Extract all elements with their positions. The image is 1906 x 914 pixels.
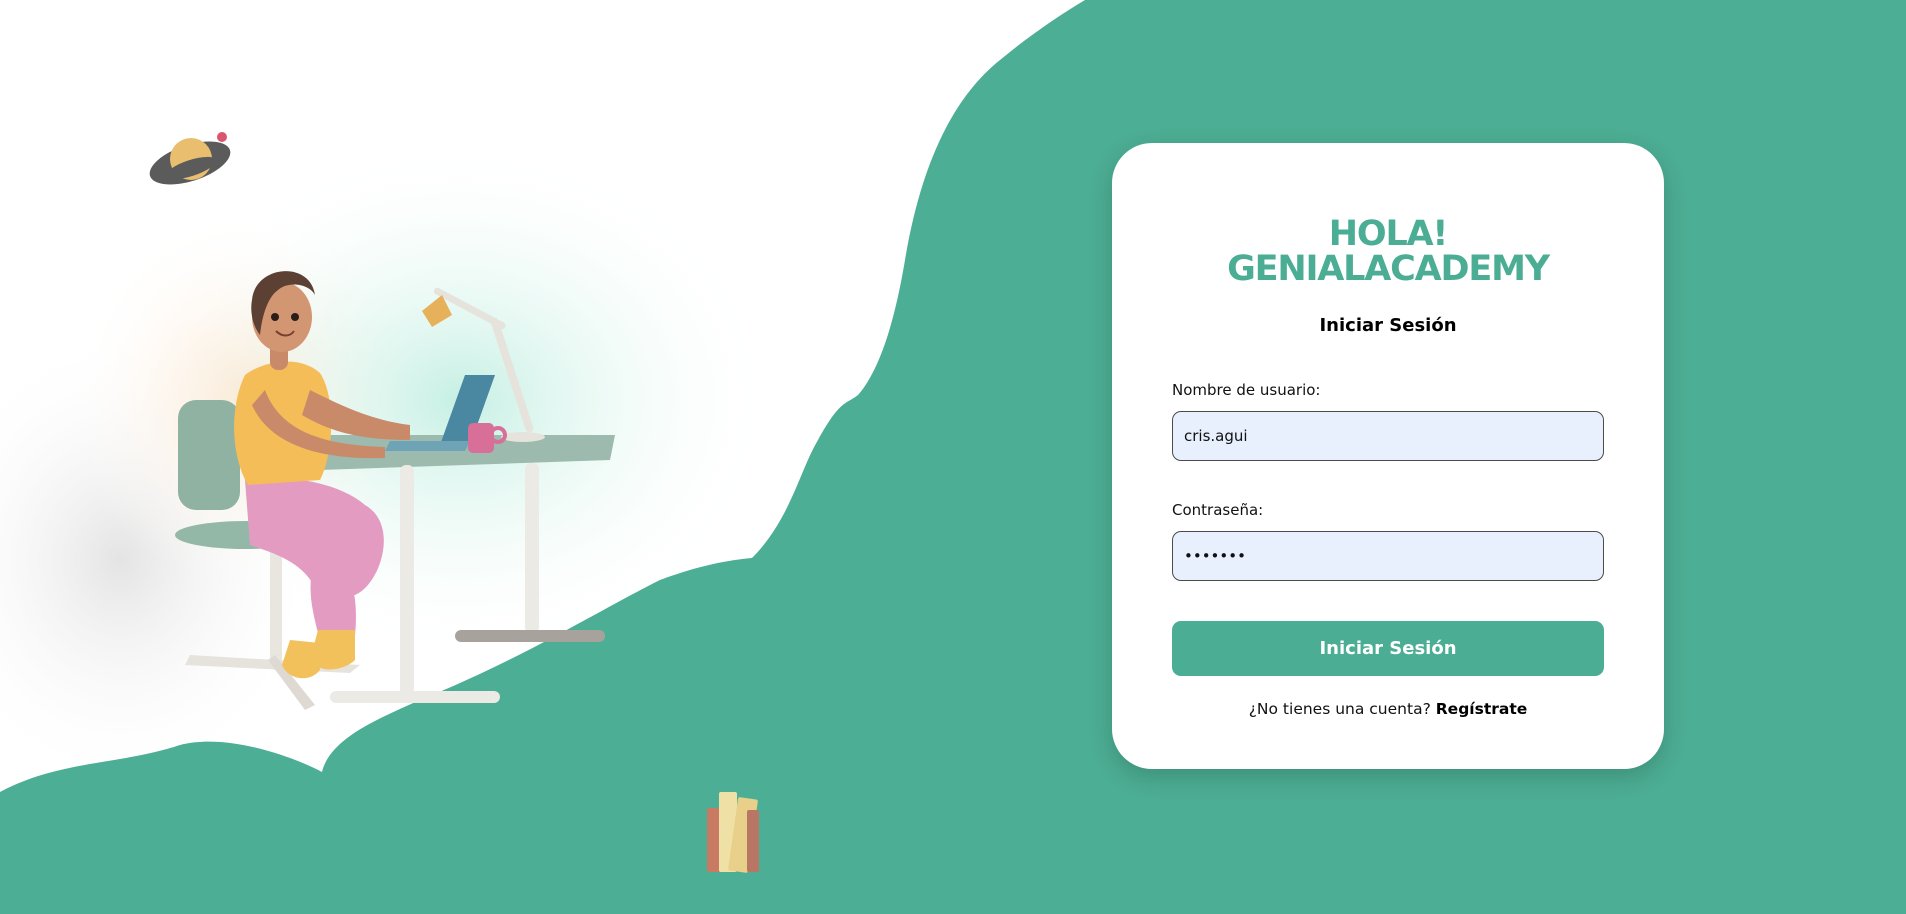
username-label: Nombre de usuario: [1172,380,1321,399]
register-link[interactable]: Regístrate [1436,700,1528,718]
no-account-text: ¿No tienes una cuenta? [1248,699,1431,718]
login-card: HOLA! GENIALACADEMY Iniciar Sesión Nombr… [1112,143,1664,769]
page-title: HOLA! GENIALACADEMY [1227,214,1550,289]
books-icon [707,792,759,873]
password-label: Contraseña: [1172,500,1264,519]
login-form: Nombre de usuario: Contraseña: Iniciar S… [1172,381,1604,676]
login-button[interactable]: Iniciar Sesión [1172,620,1604,676]
register-prompt: ¿No tienes una cuenta? Regístrate [1172,700,1604,718]
student-at-desk-illustration [175,271,615,710]
password-input[interactable] [1172,530,1604,581]
planet-icon [149,132,231,185]
username-input[interactable] [1172,410,1604,461]
login-heading: Iniciar Sesión [1319,315,1457,336]
